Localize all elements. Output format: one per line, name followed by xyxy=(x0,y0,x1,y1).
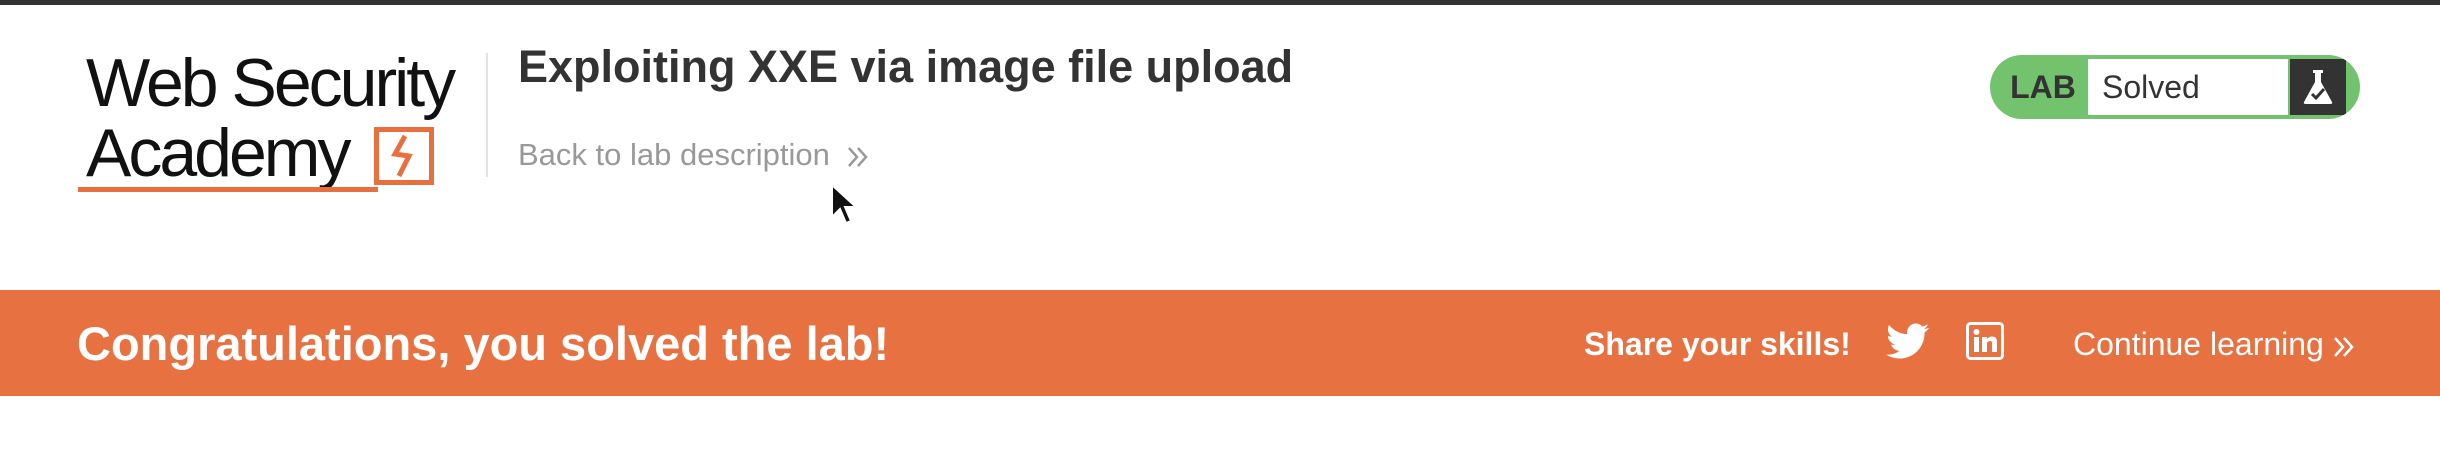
double-chevron-right-icon xyxy=(844,141,872,169)
continue-learning-link[interactable]: Continue learning xyxy=(2073,324,2358,364)
header-divider xyxy=(486,53,488,177)
solved-banner: Congratulations, you solved the lab! Sha… xyxy=(0,290,2440,396)
lab-badge-label: LAB xyxy=(2010,68,2076,105)
lab-status-widget: LAB Solved xyxy=(1990,55,2360,119)
logo-line-1: Web Security xyxy=(86,45,456,121)
linkedin-icon[interactable] xyxy=(1966,322,2004,360)
lab-title: Exploiting XXE via image file upload xyxy=(518,41,1294,92)
share-skills-label: Share your skills! xyxy=(1584,326,1851,362)
back-link-label: Back to lab description xyxy=(518,137,830,172)
logo-underline xyxy=(78,187,378,192)
logo-line-2: Academy xyxy=(86,115,351,191)
lab-status-text: Solved xyxy=(2088,59,2288,115)
double-chevron-right-icon xyxy=(2330,330,2358,358)
back-to-lab-description-link[interactable]: Back to lab description xyxy=(518,135,872,175)
logo-spark-box xyxy=(374,127,434,185)
logo-spark-icon xyxy=(391,134,413,178)
mouse-cursor-icon xyxy=(831,183,858,225)
twitter-icon[interactable] xyxy=(1886,323,1930,363)
lab-header: Web Security Academy Exploiting XXE via … xyxy=(0,5,2440,290)
continue-learning-label: Continue learning xyxy=(2073,326,2324,362)
congratulations-message: Congratulations, you solved the lab! xyxy=(77,317,890,370)
flask-icon xyxy=(2290,59,2346,115)
academy-logo[interactable]: Web Security Academy xyxy=(78,47,480,197)
